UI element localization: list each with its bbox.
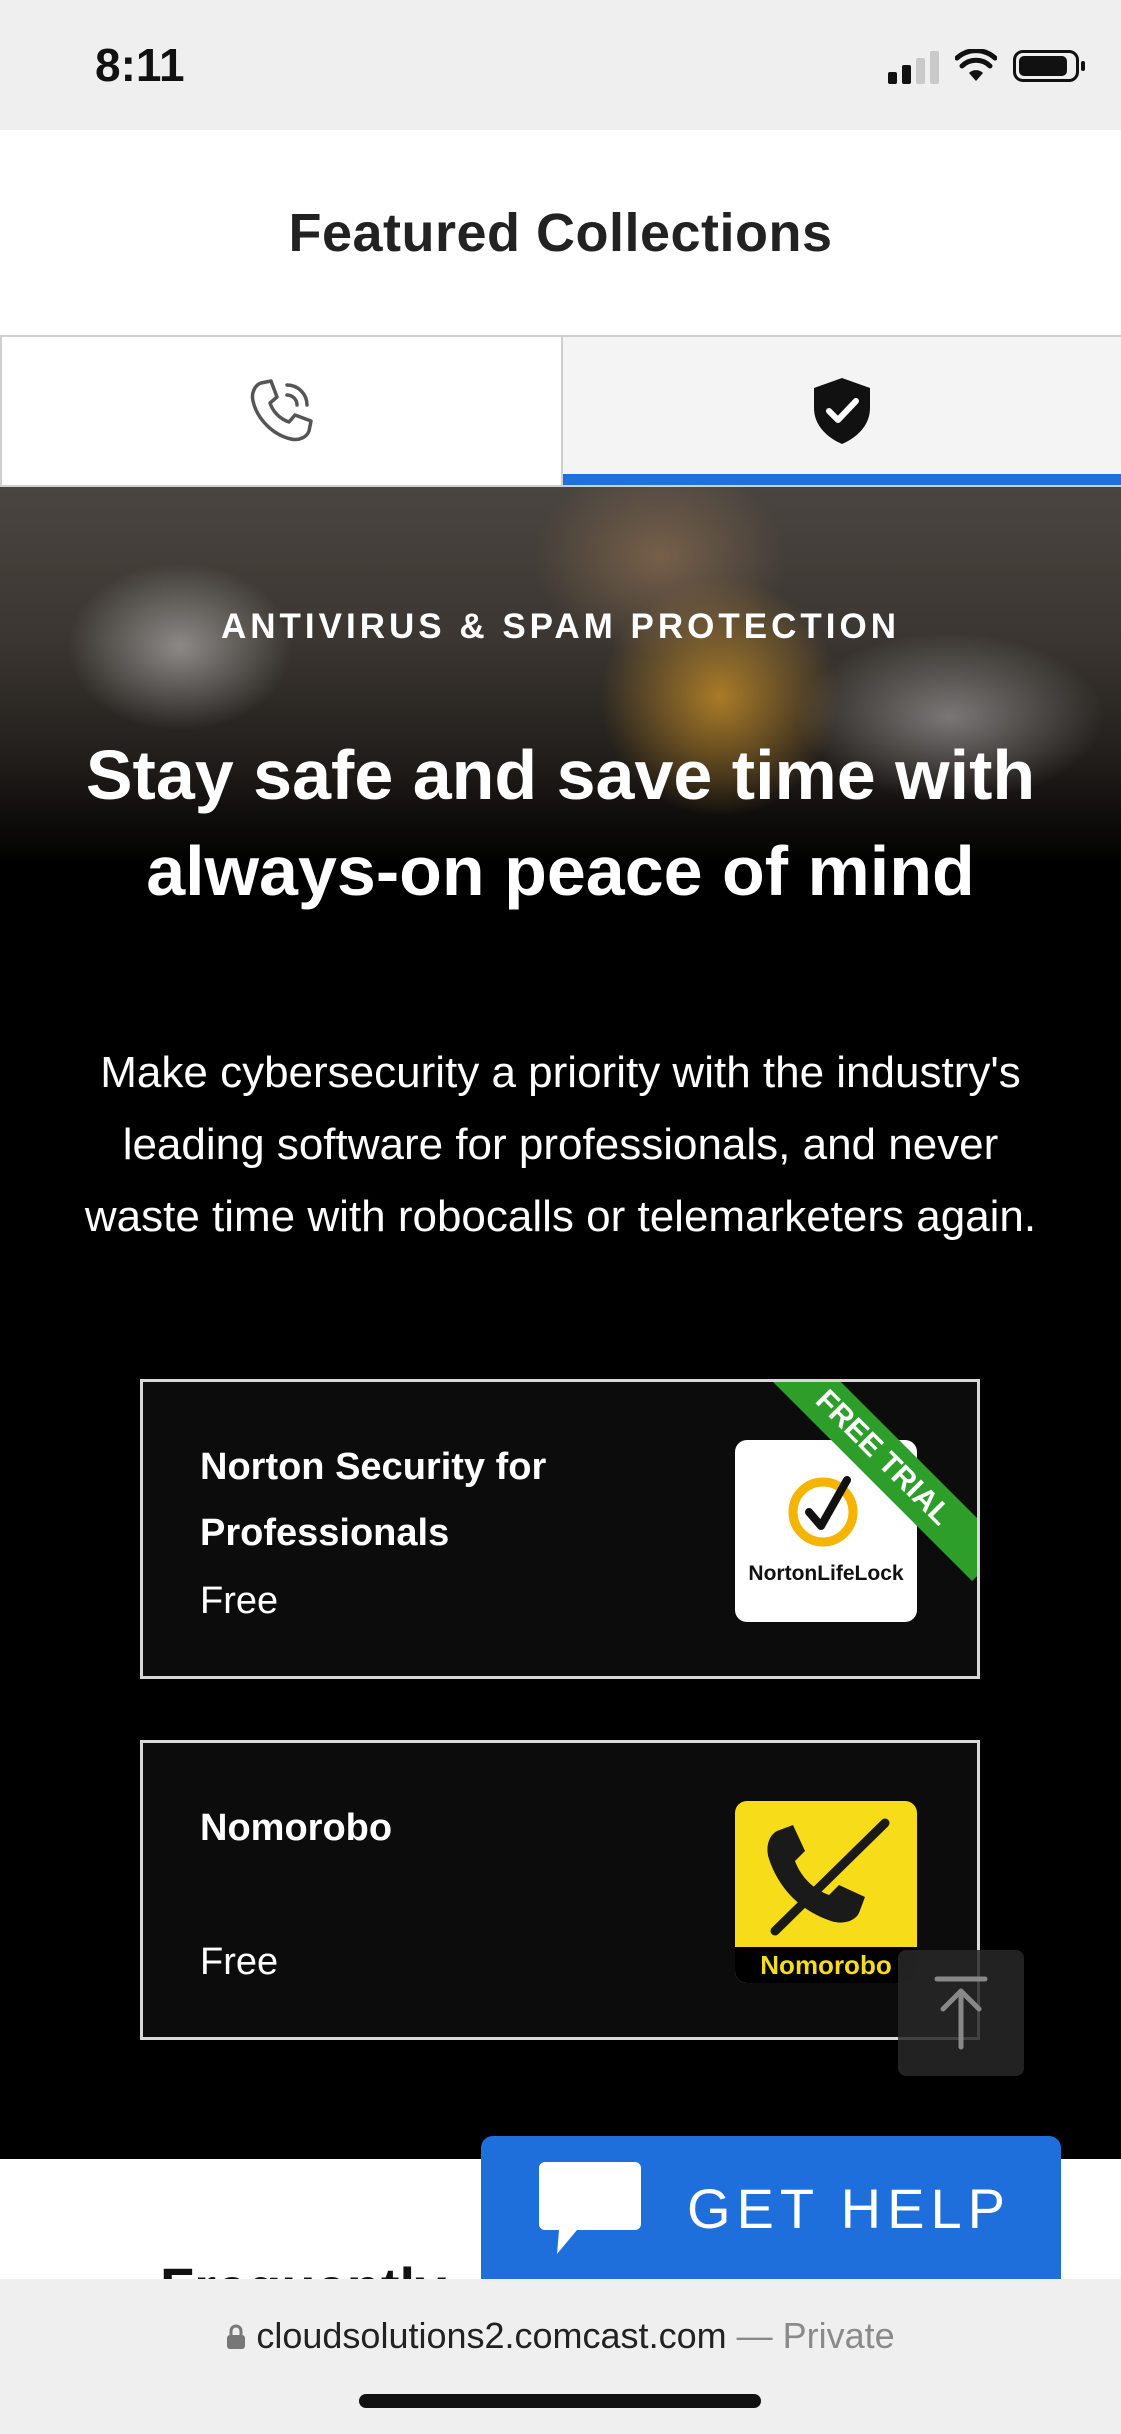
hero-body-text: Make cybersecurity a priority with the i… (84, 1048, 1037, 1241)
tab-phone[interactable] (0, 335, 561, 487)
status-icons (888, 48, 1085, 84)
phone-icon (251, 379, 313, 442)
product-name: Norton Security for Professionals (200, 1446, 547, 1554)
arrow-up-icon (934, 1976, 988, 2050)
url-line[interactable]: cloudsolutions2.comcast.com — Private (0, 2315, 1121, 2357)
collection-tabs (0, 335, 1121, 487)
hero-headline: Stay safe and save time with always-on p… (85, 736, 1036, 910)
get-help-button[interactable]: GET HELP (481, 2136, 1061, 2280)
page-title: Featured Collections (288, 202, 833, 263)
shield-check-icon (813, 378, 870, 444)
hero-eyebrow: ANTIVIRUS & SPAM PROTECTION (220, 607, 901, 646)
wifi-icon (955, 49, 997, 81)
status-time: 8:11 (95, 39, 185, 91)
browser-address-bar[interactable]: cloudsolutions2.comcast.com — Private (0, 2279, 1121, 2434)
lock-icon (227, 2324, 246, 2349)
hero-section: ANTIVIRUS & SPAM PROTECTION Stay safe an… (0, 487, 1121, 2159)
home-indicator (359, 2394, 761, 2408)
product-card-norton[interactable]: Norton Security for Professionals Free N… (140, 1379, 980, 1679)
tab-security[interactable] (560, 335, 1121, 487)
get-help-label: GET HELP (687, 2176, 1011, 2240)
signal-icon (888, 48, 939, 84)
nomorobo-logo-text: Nomorobo (735, 1947, 917, 1983)
nomorobo-logo: Nomorobo (735, 1801, 917, 1983)
blocked-phone-icon (767, 1818, 890, 1936)
scroll-to-top-button[interactable] (898, 1950, 1024, 2076)
product-card-nomorobo[interactable]: Nomorobo Free Nomorobo (140, 1740, 980, 2040)
url-text: cloudsolutions2.comcast.com (256, 2315, 727, 2356)
private-mode-label: — Private (736, 2315, 895, 2356)
status-bar: 8:11 (0, 0, 1121, 130)
product-price: Free (200, 1941, 279, 1983)
norton-logo-text: NortonLifeLock (748, 1562, 904, 1585)
faq-heading: Frequently (160, 2255, 446, 2279)
page-header: Featured Collections (0, 130, 1121, 335)
battery-icon (1013, 50, 1085, 82)
product-price: Free (200, 1580, 279, 1622)
chat-bubble-icon (539, 2162, 641, 2254)
product-name: Nomorobo (200, 1807, 393, 1849)
